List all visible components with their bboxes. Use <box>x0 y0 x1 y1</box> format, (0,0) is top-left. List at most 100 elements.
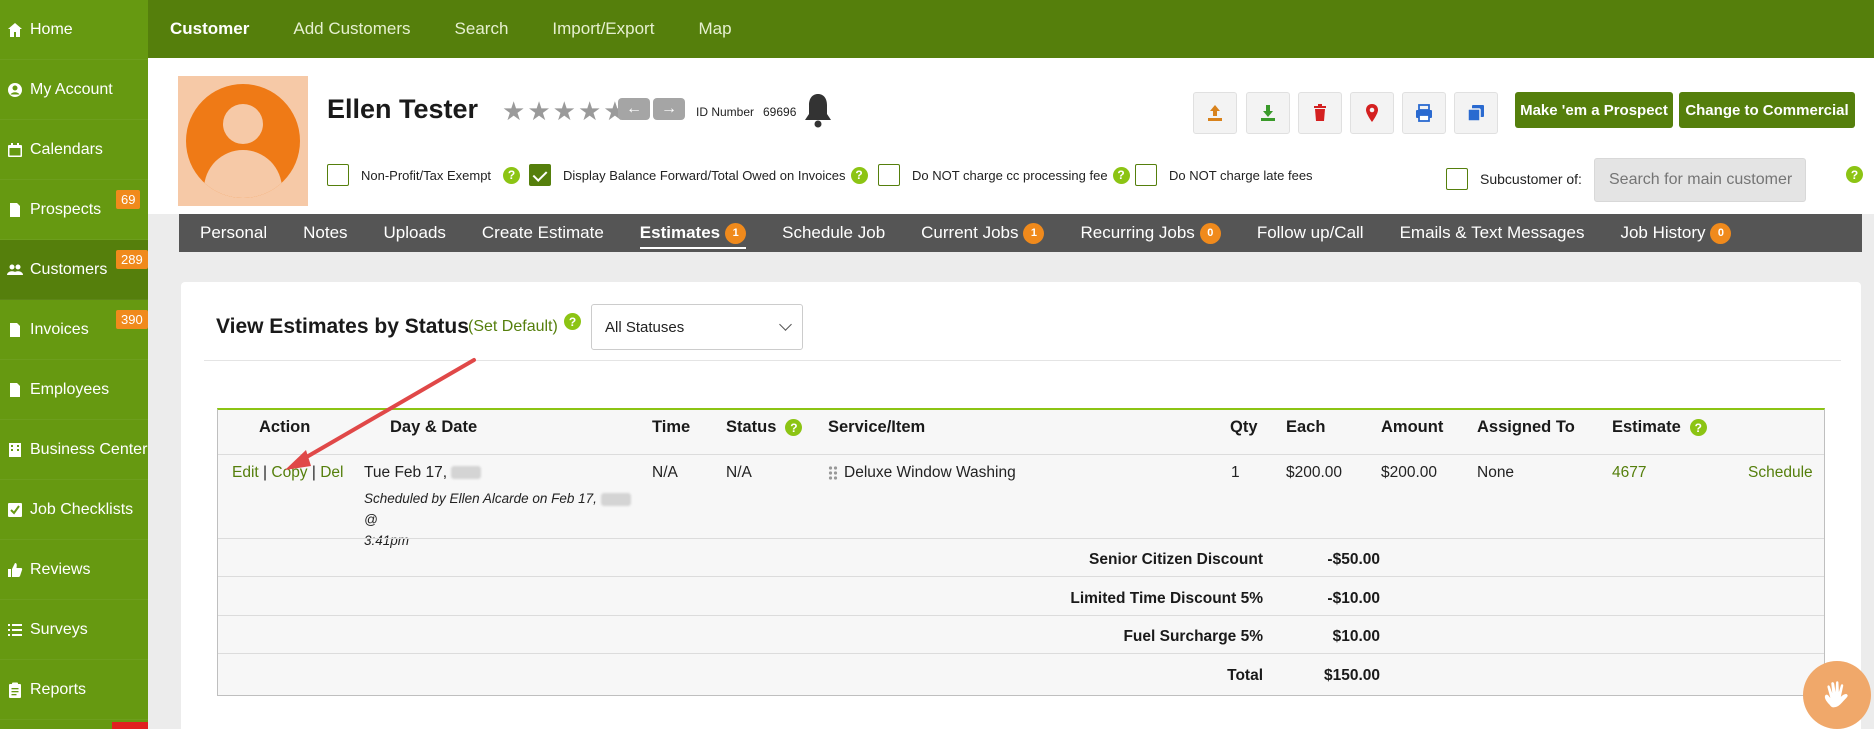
help-icon[interactable]: ? <box>1112 166 1130 184</box>
sidebar-item-invoices[interactable]: Invoices 390 <box>0 300 148 360</box>
row-divider <box>218 653 1824 654</box>
tab-search[interactable]: Search <box>433 0 531 58</box>
tab-schedule-job[interactable]: Schedule Job <box>764 214 903 252</box>
help-icon[interactable]: ? <box>850 166 868 184</box>
estimate-number-link[interactable]: 4677 <box>1612 464 1646 482</box>
star-icon[interactable]: ★ <box>527 98 550 124</box>
star-icon[interactable]: ★ <box>578 98 601 124</box>
sidebar-item-reports[interactable]: Reports <box>0 660 148 720</box>
delete-link[interactable]: Del <box>320 464 343 481</box>
sidebar-item-label: Prospects <box>30 200 102 218</box>
make-prospect-button[interactable]: Make 'em a Prospect <box>1515 92 1673 128</box>
tab-emails-text-messages[interactable]: Emails & Text Messages <box>1382 214 1603 252</box>
change-to-commercial-button[interactable]: Change to Commercial <box>1679 92 1855 128</box>
sidebar-item-label: My Account <box>30 80 113 98</box>
schedule-link[interactable]: Schedule <box>1748 464 1813 482</box>
prev-customer-button[interactable]: ← <box>618 98 650 120</box>
status-filter-select[interactable]: All Statuses <box>591 304 803 350</box>
star-rating[interactable]: ★ ★ ★ ★ ★ <box>502 98 627 124</box>
row-divider <box>218 538 1824 539</box>
column-header-status: Status? <box>726 418 803 437</box>
sidebar-item-reviews[interactable]: Reviews <box>0 540 148 600</box>
total-label: Total <box>1227 667 1263 684</box>
sidebar-item-surveys[interactable]: Surveys <box>0 600 148 660</box>
no-late-fee-option[interactable]: Do NOT charge late fees <box>1135 164 1313 186</box>
delete-button[interactable] <box>1298 92 1342 134</box>
subcustomer-search-input[interactable] <box>1594 158 1806 202</box>
discount-value: -$50.00 <box>1327 551 1380 568</box>
tab-import-export[interactable]: Import/Export <box>530 0 676 58</box>
no-late-fee-checkbox[interactable] <box>1135 164 1157 186</box>
star-icon[interactable]: ★ <box>502 98 525 124</box>
sidebar-item-label: Invoices <box>30 320 89 338</box>
tab-recurring-jobs[interactable]: Recurring Jobs 0 <box>1062 214 1238 252</box>
tab-map[interactable]: Map <box>676 0 753 58</box>
balance-forward-option[interactable]: Display Balance Forward/Total Owed on In… <box>529 164 868 186</box>
sidebar-item-employees[interactable]: Employees <box>0 360 148 420</box>
print-button[interactable] <box>1402 92 1446 134</box>
edit-link[interactable]: Edit <box>232 464 259 481</box>
document-icon <box>6 321 24 339</box>
star-icon[interactable]: ★ <box>553 98 576 124</box>
balance-forward-checkbox[interactable] <box>529 164 551 186</box>
tab-job-history[interactable]: Job History 0 <box>1602 214 1749 252</box>
sidebar-item-label: Business Center <box>30 440 148 458</box>
sidebar-item-home[interactable]: Home <box>0 0 148 60</box>
count-badge: 390 <box>116 310 148 329</box>
column-header-day-date: Day & Date <box>390 418 478 436</box>
sidebar-item-label: Reports <box>30 680 87 698</box>
nonprofit-checkbox[interactable] <box>327 164 349 186</box>
calendar-icon <box>6 141 24 159</box>
subcustomer-option[interactable]: Subcustomer of: <box>1446 168 1582 190</box>
document-icon <box>6 201 24 219</box>
help-icon[interactable]: ? <box>503 166 521 184</box>
chat-widget-button[interactable] <box>1803 661 1871 729</box>
tab-personal[interactable]: Personal <box>182 214 285 252</box>
no-cc-fee-checkbox[interactable] <box>878 164 900 186</box>
column-header-each: Each <box>1286 418 1326 436</box>
help-icon[interactable]: ? <box>564 313 581 330</box>
tab-label: Emails & Text Messages <box>1399 223 1585 242</box>
subcustomer-checkbox[interactable] <box>1446 168 1468 190</box>
upload-button[interactable] <box>1193 92 1237 134</box>
tab-estimates[interactable]: Estimates 1 <box>622 214 764 252</box>
download-button[interactable] <box>1246 92 1290 134</box>
tab-current-jobs[interactable]: Current Jobs 1 <box>903 214 1062 252</box>
bell-icon[interactable] <box>803 92 833 128</box>
help-icon[interactable]: ? <box>1689 419 1707 436</box>
tab-uploads[interactable]: Uploads <box>366 214 464 252</box>
sidebar-item-business-center[interactable]: Business Center <box>0 420 148 480</box>
tab-label: Notes <box>303 223 348 242</box>
copy-link[interactable]: Copy <box>271 464 307 481</box>
sidebar-item-label: Reviews <box>30 560 91 578</box>
row-service: Deluxe Window Washing <box>828 464 1016 482</box>
sidebar-item-job-checklists[interactable]: Job Checklists <box>0 480 148 540</box>
sidebar-item-customers[interactable]: Customers 289 <box>0 240 148 300</box>
row-time: N/A <box>652 464 678 481</box>
tab-customer[interactable]: Customer <box>148 0 271 58</box>
drag-handle-icon[interactable] <box>828 465 838 481</box>
tab-label: Uploads <box>383 223 446 242</box>
row-status: N/A <box>726 464 752 481</box>
nonprofit-option[interactable]: Non-Profit/Tax Exempt ? <box>327 164 521 186</box>
sidebar-item-my-account[interactable]: My Account <box>0 60 148 120</box>
sidebar-item-prospects[interactable]: Prospects 69 <box>0 180 148 240</box>
no-late-fee-label: Do NOT charge late fees <box>1169 167 1313 183</box>
map-location-button[interactable] <box>1350 92 1394 134</box>
tab-add-customers[interactable]: Add Customers <box>271 0 432 58</box>
next-customer-button[interactable]: → <box>653 98 685 120</box>
help-icon[interactable]: ? <box>1846 166 1863 183</box>
tab-follow-up-call[interactable]: Follow up/Call <box>1239 214 1382 252</box>
column-header-service: Service/Item <box>828 418 926 436</box>
copy-customer-button[interactable] <box>1454 92 1498 134</box>
tab-create-estimate[interactable]: Create Estimate <box>464 214 622 252</box>
tab-notes[interactable]: Notes <box>285 214 365 252</box>
sidebar-item-calendars[interactable]: Calendars <box>0 120 148 180</box>
no-cc-fee-option[interactable]: Do NOT charge cc processing fee ? <box>878 164 1130 186</box>
help-icon[interactable]: ? <box>785 419 803 436</box>
set-default-link[interactable]: (Set Default) <box>468 318 558 336</box>
list-icon <box>6 621 24 639</box>
redacted-year <box>600 492 631 506</box>
row-qty: 1 <box>1231 464 1240 481</box>
tab-label: Current Jobs <box>921 223 1019 242</box>
